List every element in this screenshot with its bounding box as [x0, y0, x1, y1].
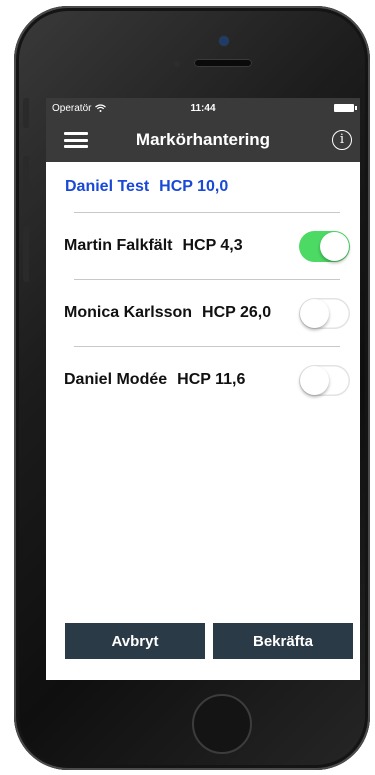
app-screen: Operatör 11:44 Markörhantering i Daniel …: [46, 98, 360, 680]
home-button[interactable]: [192, 694, 252, 754]
status-bar: Operatör 11:44: [46, 98, 360, 118]
current-player-name: Daniel Test: [65, 178, 150, 195]
marker-row: Monica Karlsson HCP 26,0: [56, 280, 350, 346]
volume-down-button: [23, 226, 29, 282]
marker-hcp: HCP 26,0: [202, 304, 272, 321]
marker-name: Monica Karlsson: [64, 304, 193, 321]
hamburger-menu-icon[interactable]: [64, 132, 88, 148]
earpiece-speaker: [194, 59, 252, 67]
marker-toggle-switch[interactable]: [299, 364, 350, 396]
marker-toggle-switch[interactable]: [299, 297, 350, 329]
navigation-bar: Markörhantering i: [46, 118, 360, 162]
marker-hcp: HCP 11,6: [177, 371, 246, 388]
battery-icon: [334, 104, 357, 112]
mute-switch: [23, 98, 29, 128]
info-icon[interactable]: i: [332, 130, 352, 150]
volume-up-button: [23, 156, 29, 212]
page-title: Markörhantering: [135, 130, 271, 149]
marker-toggle-switch[interactable]: [299, 230, 350, 262]
toggle-knob: [320, 231, 349, 261]
front-camera: [220, 37, 228, 45]
current-player-hcp: HCP 10,0: [159, 178, 229, 195]
marker-name: Daniel Modée: [64, 371, 168, 388]
toggle-knob: [300, 298, 329, 328]
marker-name: Martin Falkfält: [64, 237, 173, 254]
toggle-knob: [300, 365, 329, 395]
marker-row: Daniel Modée HCP 11,6: [56, 347, 350, 413]
confirm-button[interactable]: Bekräfta: [213, 623, 353, 659]
marker-list: Daniel Test HCP 10,0 Martin Falkfält HCP …: [46, 162, 360, 413]
cancel-button[interactable]: Avbryt: [65, 623, 205, 659]
current-player: Daniel Test HCP 10,0: [56, 162, 350, 212]
marker-row: Martin Falkfält HCP 4,3: [56, 213, 350, 279]
action-buttons: Avbryt Bekräfta: [65, 623, 353, 659]
proximity-sensor: [174, 61, 180, 67]
clock: 11:44: [190, 102, 216, 114]
marker-hcp: HCP 4,3: [182, 237, 243, 254]
